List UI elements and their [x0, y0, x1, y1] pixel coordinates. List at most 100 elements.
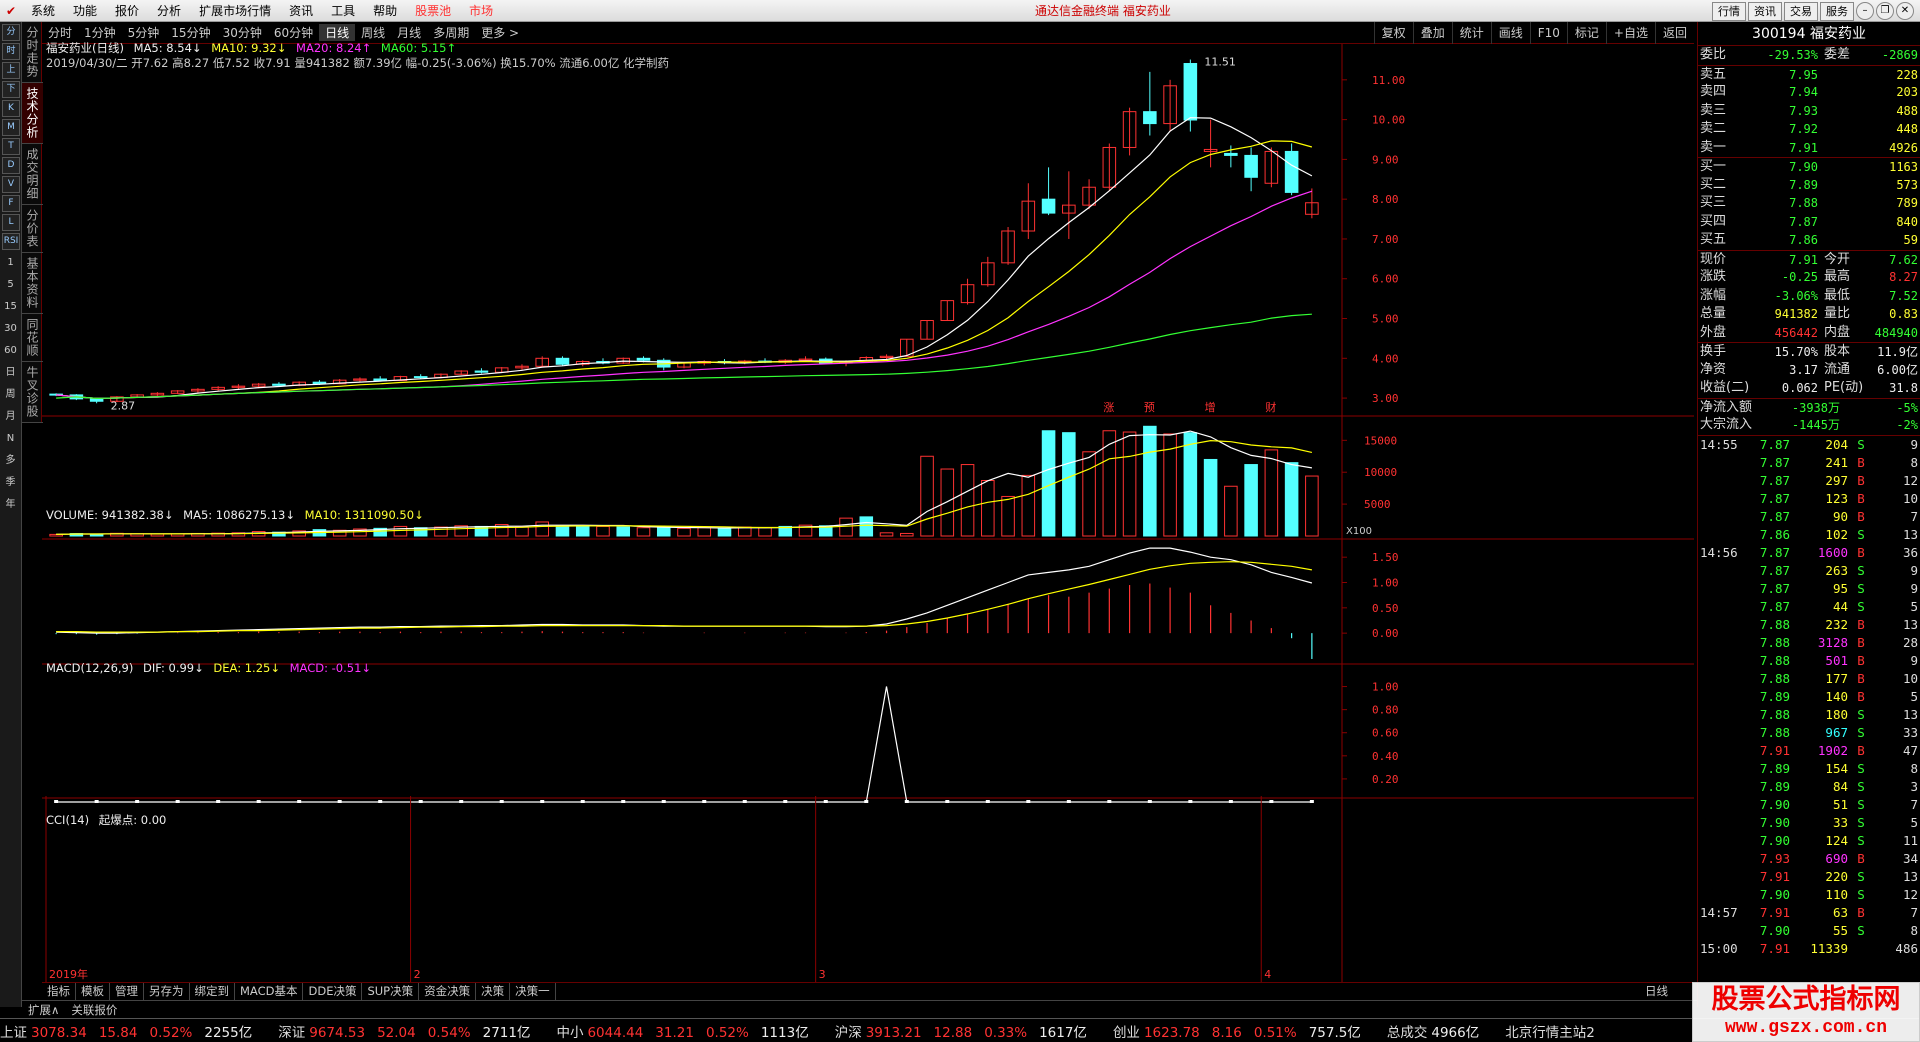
indicator-tab-5[interactable]: MACD基本 [235, 983, 304, 1000]
menu-market[interactable]: 市场 [460, 0, 502, 22]
period-shortcut-2[interactable]: 15 [0, 296, 21, 318]
indicator-tab-0[interactable]: 指标 [42, 983, 76, 1000]
tick-price: 7.89 [1759, 778, 1790, 794]
menu-tools[interactable]: 工具 [322, 0, 364, 22]
side-tab-0[interactable]: 分时走势 [22, 22, 43, 83]
service-button[interactable]: 服务 [1820, 2, 1854, 21]
menu-stockpool[interactable]: 股票池 [406, 0, 460, 22]
period-tab-5[interactable]: 60分钟 [268, 24, 319, 41]
linked-quote-button[interactable]: 关联报价 [65, 1002, 123, 1018]
app-logo-icon[interactable]: ✔ [0, 0, 22, 22]
period-action-0[interactable]: 复权 [1373, 22, 1413, 44]
period-tab-9[interactable]: 多周期 [427, 24, 475, 41]
tick-price: 7.87 [1759, 598, 1790, 614]
toolbar-icon-9[interactable]: F [2, 195, 20, 212]
indicator-tab-1[interactable]: 模板 [76, 983, 110, 1000]
period-tab-4[interactable]: 30分钟 [217, 24, 268, 41]
period-tab-6[interactable]: 日线 [319, 24, 356, 41]
period-action-3[interactable]: 画线 [1490, 22, 1530, 44]
quote-button[interactable]: 行情 [1712, 2, 1746, 21]
volume-bar [1001, 495, 1015, 537]
toolbar-icon-8[interactable]: V [2, 176, 20, 193]
period-action-1[interactable]: 叠加 [1412, 22, 1452, 44]
period-shortcut-1[interactable]: 5 [0, 274, 21, 296]
indicator-tab-7[interactable]: SUP决策 [362, 983, 420, 1000]
tick-price: 7.93 [1759, 850, 1790, 866]
period-shortcut-9[interactable]: 多 [0, 450, 21, 472]
toolbar-icon-7[interactable]: D [2, 157, 20, 174]
period-shortcut-0[interactable]: 1 [0, 252, 21, 274]
price-tick-label: 9.00 [1372, 153, 1399, 166]
period-shortcut-8[interactable]: N [0, 428, 21, 450]
menu-analysis[interactable]: 分析 [148, 0, 190, 22]
toolbar-icon-4[interactable]: K [2, 100, 20, 117]
tick-time [1700, 598, 1754, 616]
toolbar-icon-1[interactable]: 时 [2, 43, 20, 60]
period-action-4[interactable]: F10 [1529, 22, 1567, 44]
period-tab-0[interactable]: 分时 [42, 24, 78, 41]
minimize-icon[interactable]: – [1856, 2, 1874, 20]
period-tab-8[interactable]: 月线 [391, 24, 427, 41]
indicator-tab-3[interactable]: 另存为 [144, 983, 190, 1000]
side-tab-5[interactable]: 同花顺 [22, 314, 43, 362]
period-shortcut-5[interactable]: 日 [0, 362, 21, 384]
index-item[interactable]: 创业 1623.78 8.16 0.51% 757.5亿 [1113, 1021, 1373, 1041]
index-item[interactable]: 上证 3078.34 15.84 0.52% 2255亿 [0, 1021, 264, 1041]
indicator-tab-10[interactable]: 决策一 [510, 983, 556, 1000]
menu-ext-market[interactable]: 扩展市场行情 [190, 0, 280, 22]
indicator-tab-2[interactable]: 管理 [110, 983, 144, 1000]
toolbar-icon-3[interactable]: 下 [2, 81, 20, 98]
side-tab-1[interactable]: 技术分析 [22, 83, 43, 144]
tick-volume: 33 [1832, 814, 1848, 830]
volume-bar [1284, 462, 1299, 537]
toolbar-icon-0[interactable]: 分 [2, 24, 20, 41]
side-tab-2[interactable]: 成交明细 [22, 144, 43, 205]
side-tab-4[interactable]: 基本资料 [22, 253, 43, 314]
restore-icon[interactable]: ❐ [1876, 2, 1894, 20]
period-tab-2[interactable]: 5分钟 [122, 24, 166, 41]
menu-function[interactable]: 功能 [64, 0, 106, 22]
menu-news[interactable]: 资讯 [280, 0, 322, 22]
period-shortcut-3[interactable]: 30 [0, 318, 21, 340]
period-shortcut-4[interactable]: 60 [0, 340, 21, 362]
chart-area[interactable]: 11.00 10.00 9.00 8.00 7.00 6.00 5.00 4.00 3.00 11… [42, 41, 1694, 982]
period-tab-3[interactable]: 15分钟 [165, 24, 216, 41]
index-item[interactable]: 深证 9674.53 52.04 0.54% 2711亿 [278, 1021, 542, 1041]
news-button[interactable]: 资讯 [1748, 2, 1782, 21]
index-item[interactable]: 中小 6044.44 31.21 0.52% 1113亿 [556, 1021, 820, 1041]
indicator-tab-6[interactable]: DDE决策 [303, 983, 363, 1000]
period-action-2[interactable]: 统计 [1451, 22, 1491, 44]
period-tab-7[interactable]: 周线 [355, 24, 391, 41]
indicator-tab-8[interactable]: 资金决策 [419, 983, 477, 1000]
period-indicator[interactable]: 日线 [1640, 983, 1694, 1000]
period-shortcut-6[interactable]: 周 [0, 384, 21, 406]
indicator-tab-4[interactable]: 绑定到 [190, 983, 235, 1000]
index-item[interactable]: 沪深 3913.21 12.88 0.33% 1617亿 [835, 1021, 1099, 1041]
close-icon[interactable]: ✕ [1896, 2, 1914, 20]
toolbar-icon-11[interactable]: RSI [2, 233, 20, 250]
period-shortcut-11[interactable]: 年 [0, 494, 21, 516]
trade-button[interactable]: 交易 [1784, 2, 1818, 21]
stat2-row: 换手 15.70% 股本 11.9亿 [1698, 342, 1920, 361]
toolbar-icon-10[interactable]: L [2, 214, 20, 231]
toolbar-icon-5[interactable]: M [2, 119, 20, 136]
expand-button[interactable]: 扩展∧ [22, 1002, 65, 1018]
period-shortcut-10[interactable]: 季 [0, 472, 21, 494]
period-tab-10[interactable]: 更多 > [475, 24, 525, 41]
period-action-5[interactable]: 标记 [1566, 22, 1606, 44]
period-action-7[interactable]: 返回 [1654, 22, 1694, 44]
menu-system[interactable]: 系统 [22, 0, 64, 22]
period-action-6[interactable]: +自选 [1605, 22, 1655, 44]
side-tab-3[interactable]: 分价表 [22, 205, 43, 253]
bid-label: 买五 [1700, 232, 1727, 247]
toolbar-icon-2[interactable]: 上 [2, 62, 20, 79]
period-tab-1[interactable]: 1分钟 [78, 24, 122, 41]
period-shortcut-7[interactable]: 月 [0, 406, 21, 428]
candle-body [555, 357, 570, 365]
weibi-row-label2: 委差 [1824, 47, 1851, 62]
toolbar-icon-6[interactable]: T [2, 138, 20, 155]
indicator-tab-9[interactable]: 决策 [476, 983, 511, 1000]
menu-help[interactable]: 帮助 [364, 0, 406, 22]
menu-quote[interactable]: 报价 [106, 0, 148, 22]
side-tab-6[interactable]: 牛叉诊股 [22, 362, 43, 423]
